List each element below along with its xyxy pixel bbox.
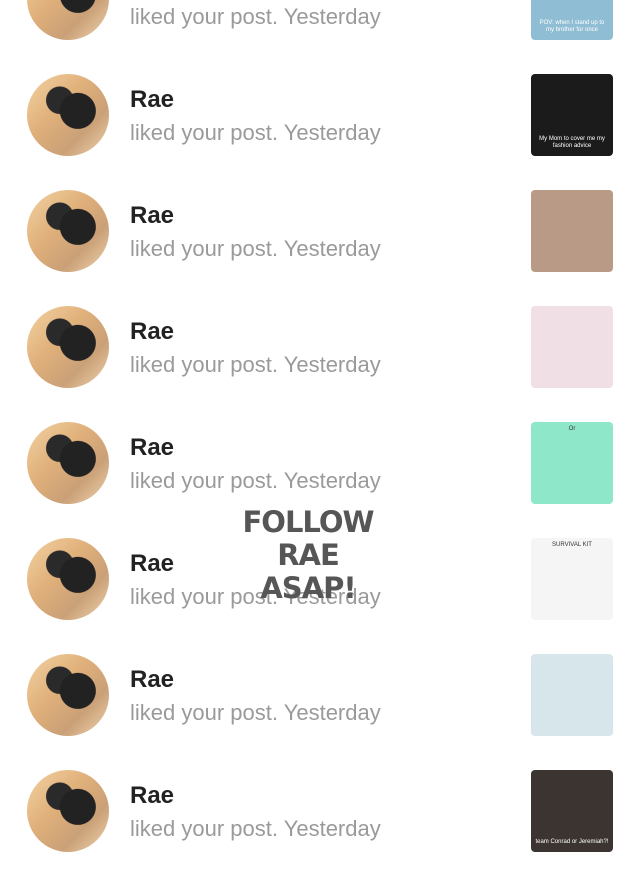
post-thumbnail[interactable]: My Mom to cover me my fashion advice bbox=[531, 74, 613, 156]
timestamp: Yesterday bbox=[283, 816, 381, 841]
timestamp: Yesterday bbox=[283, 120, 381, 145]
user-name[interactable]: Rae bbox=[130, 782, 174, 810]
avatar[interactable] bbox=[27, 654, 109, 736]
notification-row[interactable]: Rae liked your post. Yesterday bbox=[0, 190, 640, 306]
notification-text: liked your post. Yesterday bbox=[130, 816, 381, 842]
action-text: liked your post. bbox=[130, 816, 278, 841]
thumbnail-caption: SURVIVAL KIT bbox=[552, 542, 592, 548]
avatar[interactable] bbox=[27, 538, 109, 620]
timestamp: Yesterday bbox=[283, 468, 381, 493]
notification-text: liked your post. Yesterday bbox=[130, 120, 381, 146]
notification-text: liked your post. Yesterday bbox=[130, 700, 381, 726]
user-name[interactable]: Rae bbox=[130, 666, 174, 694]
timestamp: Yesterday bbox=[283, 352, 381, 377]
notification-row[interactable]: Rae liked your post. Yesterday bbox=[0, 306, 640, 422]
post-thumbnail[interactable]: team Conrad or Jeremiah?! bbox=[531, 770, 613, 852]
avatar[interactable] bbox=[27, 306, 109, 388]
post-thumbnail[interactable]: SURVIVAL KIT bbox=[531, 538, 613, 620]
action-text: liked your post. bbox=[130, 700, 278, 725]
notification-row[interactable]: Rae liked your post. Yesterday My Mom to c… bbox=[0, 74, 640, 190]
action-text: liked your post. bbox=[130, 120, 278, 145]
thumbnail-caption: Or bbox=[568, 426, 576, 432]
user-name[interactable]: Rae bbox=[130, 86, 174, 114]
notification-text: liked your post. Yesterday bbox=[130, 352, 381, 378]
user-name[interactable]: Rae bbox=[130, 318, 174, 346]
post-thumbnail[interactable]: POV: when I stand up to my brother for o… bbox=[531, 0, 613, 40]
timestamp: Yesterday bbox=[283, 700, 381, 725]
user-name[interactable]: Rae bbox=[130, 550, 174, 578]
user-name[interactable]: Rae bbox=[130, 434, 174, 462]
action-text: liked your post. bbox=[130, 236, 278, 261]
post-thumbnail[interactable] bbox=[531, 654, 613, 736]
thumbnail-caption: team Conrad or Jeremiah?! bbox=[535, 839, 609, 845]
notification-text: liked your post. Yesterday bbox=[130, 468, 381, 494]
notification-row[interactable]: liked your post. Yesterday POV: when I st… bbox=[0, 0, 640, 74]
post-thumbnail[interactable] bbox=[531, 306, 613, 388]
notification-row[interactable]: Rae liked your post. Yesterday bbox=[0, 654, 640, 770]
avatar[interactable] bbox=[27, 422, 109, 504]
overlay-caption: FOLLOW RAE ASAP! bbox=[220, 506, 396, 605]
action-text: liked your post. bbox=[130, 352, 278, 377]
action-text: liked your post. bbox=[130, 4, 278, 29]
action-text: liked your post. bbox=[130, 468, 278, 493]
overlay-line-1: FOLLOW RAE bbox=[242, 505, 374, 572]
overlay-line-2: ASAP! bbox=[260, 571, 356, 605]
thumbnail-caption: POV: when I stand up to my brother for o… bbox=[539, 20, 605, 33]
timestamp: Yesterday bbox=[283, 4, 381, 29]
notification-list: liked your post. Yesterday POV: when I st… bbox=[0, 0, 640, 856]
thumbnail-caption: My Mom to cover me my fashion advice bbox=[539, 136, 605, 149]
avatar[interactable] bbox=[27, 0, 109, 40]
notification-text: liked your post. Yesterday bbox=[130, 236, 381, 262]
post-thumbnail[interactable]: Or bbox=[531, 422, 613, 504]
avatar[interactable] bbox=[27, 190, 109, 272]
notification-text: liked your post. Yesterday bbox=[130, 4, 381, 30]
avatar[interactable] bbox=[27, 770, 109, 852]
avatar[interactable] bbox=[27, 74, 109, 156]
user-name[interactable]: Rae bbox=[130, 202, 174, 230]
post-thumbnail[interactable] bbox=[531, 190, 613, 272]
notification-row[interactable]: Rae liked your post. Yesterday team Conrad… bbox=[0, 770, 640, 886]
timestamp: Yesterday bbox=[283, 236, 381, 261]
